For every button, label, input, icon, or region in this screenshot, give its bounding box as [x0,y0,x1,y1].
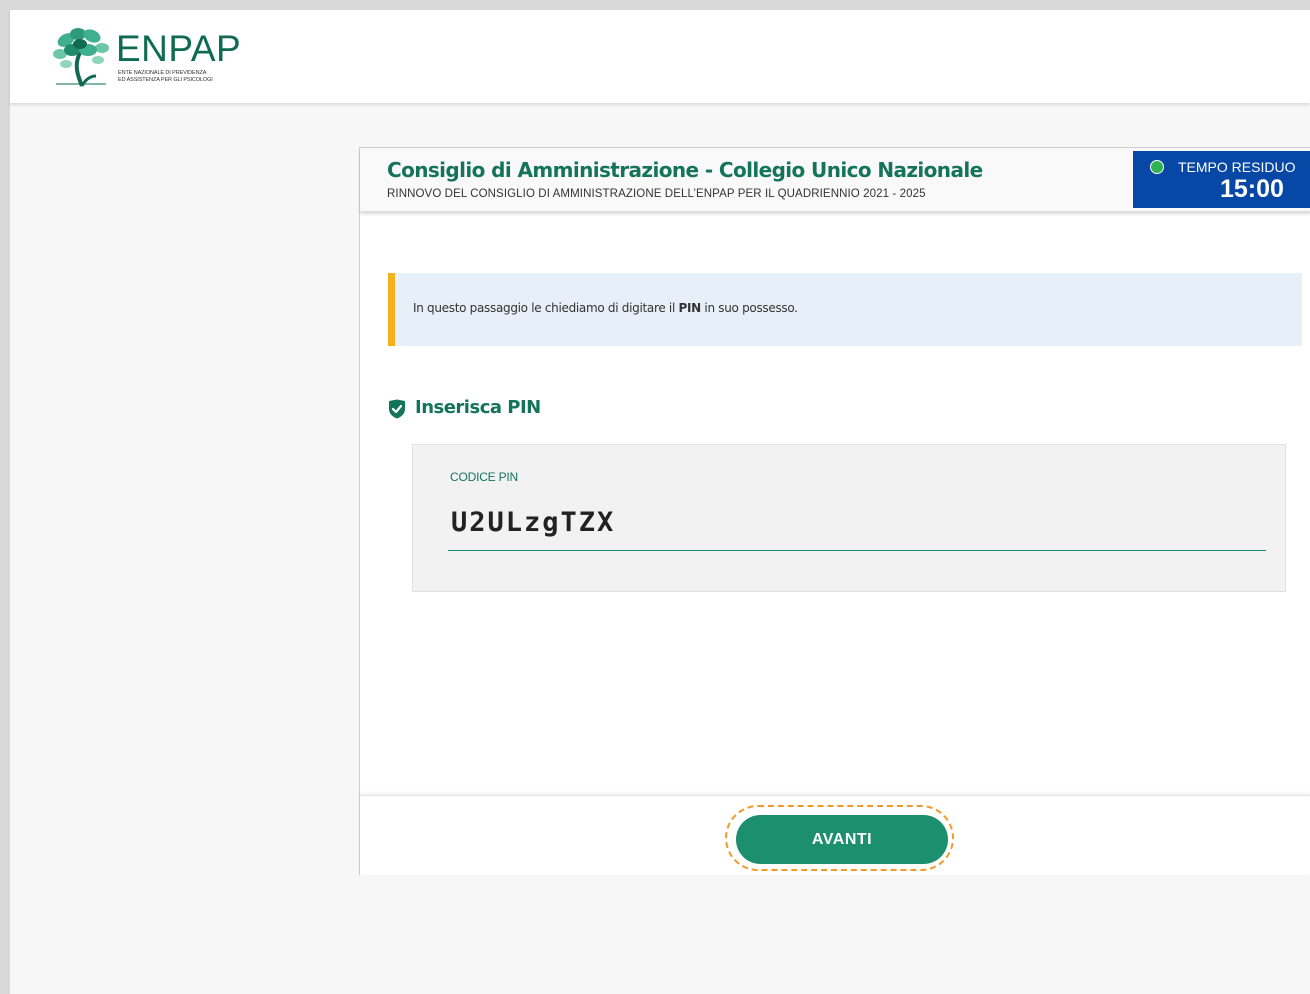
section-title: Inserisca PIN [415,397,541,418]
notice-text-before: In questo passaggio le chiediamo di digi… [413,301,679,315]
notice-text-bold: PIN [678,301,702,315]
enpap-logo[interactable]: ENPAP ENTE NAZIONALE DI PREVIDENZA ED AS… [52,26,252,90]
header: ENPAP ENTE NAZIONALE DI PREVIDENZA ED AS… [10,10,1310,103]
logo-subtitle: ENTE NAZIONALE DI PREVIDENZA ED ASSISTEN… [118,70,213,83]
shield-check-icon [389,399,405,419]
logo-title: ENPAP [116,28,242,69]
status-dot-icon [1150,160,1164,174]
timer-label: TEMPO RESIDUO [1178,159,1296,175]
next-button[interactable]: AVANTI [736,815,948,864]
timer-panel: TEMPO RESIDUO 15:00 [1133,151,1310,208]
pin-panel: CODICE PIN [412,444,1286,592]
info-notice: In questo passaggio le chiediamo di digi… [388,273,1302,346]
tree-logo-icon [53,28,109,87]
card-title: Consiglio di Amministrazione - Collegio … [387,158,983,182]
pin-field-label: CODICE PIN [450,470,519,484]
timer-value: 15:00 [1220,175,1284,203]
card-subtitle: RINNOVO DEL CONSIGLIO DI AMMINISTRAZIONE… [387,188,926,200]
voting-card: Consiglio di Amministrazione - Collegio … [359,147,1310,875]
notice-text-after: in suo possesso. [700,301,798,315]
page: ENPAP ENTE NAZIONALE DI PREVIDENZA ED AS… [10,10,1310,994]
notice-text: In questo passaggio le chiediamo di digi… [413,301,798,315]
card-header: Consiglio di Amministrazione - Collegio … [360,148,1310,212]
card-footer: AVANTI [360,795,1310,875]
pin-input[interactable] [448,495,1266,551]
